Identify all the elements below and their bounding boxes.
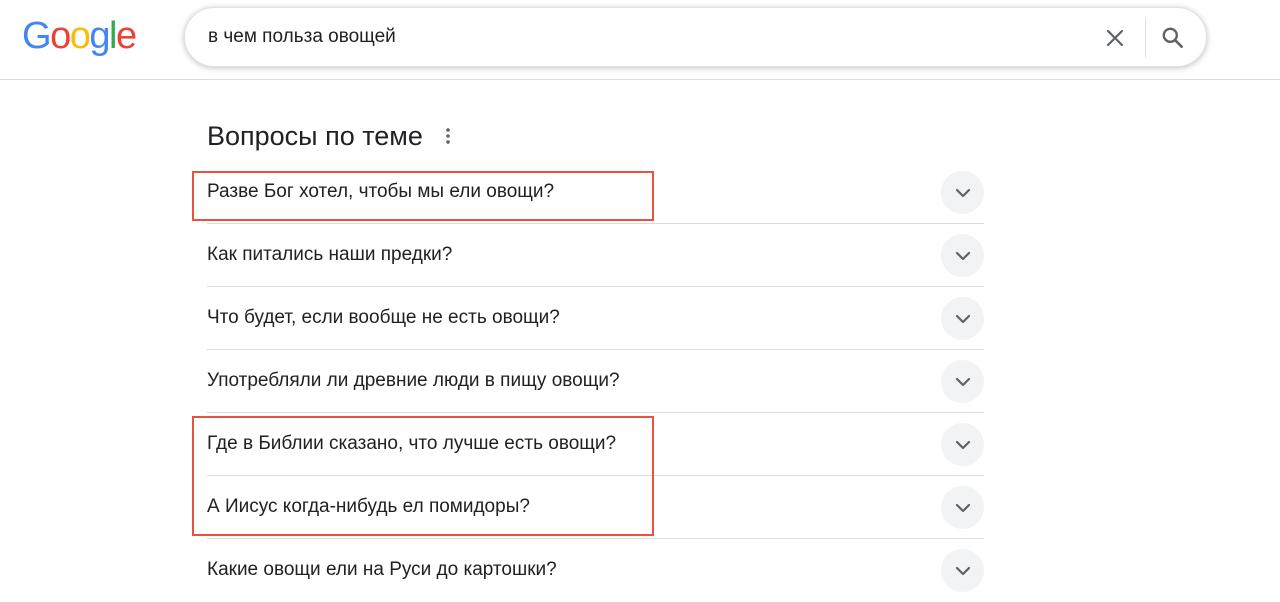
logo-letter: l (108, 15, 117, 57)
question-text: Какие овощи ели на Руси до картошки? (207, 559, 557, 580)
more-options-button[interactable] (434, 122, 462, 150)
search-input[interactable] (208, 20, 1068, 54)
logo-letter: o (50, 15, 71, 57)
question-row[interactable]: Какие овощи ели на Руси до картошки? (207, 539, 984, 601)
question-row[interactable]: Как питались наши предки? (207, 224, 984, 287)
search-box (184, 7, 1207, 67)
chevron-down-icon (955, 440, 970, 449)
chevron-down-icon (955, 566, 970, 575)
chevron-down-icon (955, 188, 970, 197)
related-questions-title: Вопросы по теме (207, 121, 423, 151)
question-text: Что будет, если вообще не есть овощи? (207, 307, 560, 328)
expand-button[interactable] (941, 549, 984, 592)
expand-button[interactable] (941, 486, 984, 529)
chevron-down-icon (955, 314, 970, 323)
header-bar: Google (0, 0, 1280, 80)
google-logo[interactable]: Google (22, 14, 137, 58)
question-row[interactable]: А Иисус когда-нибудь ел помидоры? (207, 476, 984, 539)
expand-button[interactable] (941, 360, 984, 403)
question-row[interactable]: Разве Бог хотел, чтобы мы ели овощи? (207, 161, 984, 224)
search-icon (1162, 27, 1183, 48)
logo-letter: G (22, 15, 52, 57)
chevron-down-icon (955, 377, 970, 386)
more-vert-icon (446, 128, 450, 144)
question-row[interactable]: Что будет, если вообще не есть овощи? (207, 287, 984, 350)
question-text: А Иисус когда-нибудь ел помидоры? (207, 496, 530, 517)
chevron-down-icon (955, 503, 970, 512)
search-divider (1145, 18, 1146, 58)
expand-button[interactable] (941, 171, 984, 214)
close-icon (1106, 29, 1124, 47)
question-text: Где в Библии сказано, что лучше есть ово… (207, 433, 617, 454)
chevron-down-icon (955, 251, 970, 260)
expand-button[interactable] (941, 423, 984, 466)
question-row[interactable]: Употребляли ли древние люди в пищу овощи… (207, 350, 984, 413)
question-text: Как питались наши предки? (207, 244, 453, 265)
expand-button[interactable] (941, 297, 984, 340)
logo-letter: o (69, 15, 91, 57)
clear-search-button[interactable] (1097, 20, 1133, 56)
logo-letter: g (89, 15, 110, 57)
related-questions-list: Разве Бог хотел, чтобы мы ели овощи? Как… (207, 161, 984, 601)
question-text: Употребляли ли древние люди в пищу овощи… (207, 370, 620, 391)
logo-letter: e (115, 15, 137, 57)
search-button[interactable] (1155, 20, 1191, 56)
question-text: Разве Бог хотел, чтобы мы ели овощи? (207, 181, 555, 202)
question-row[interactable]: Где в Библии сказано, что лучше есть ово… (207, 413, 984, 476)
expand-button[interactable] (941, 234, 984, 277)
